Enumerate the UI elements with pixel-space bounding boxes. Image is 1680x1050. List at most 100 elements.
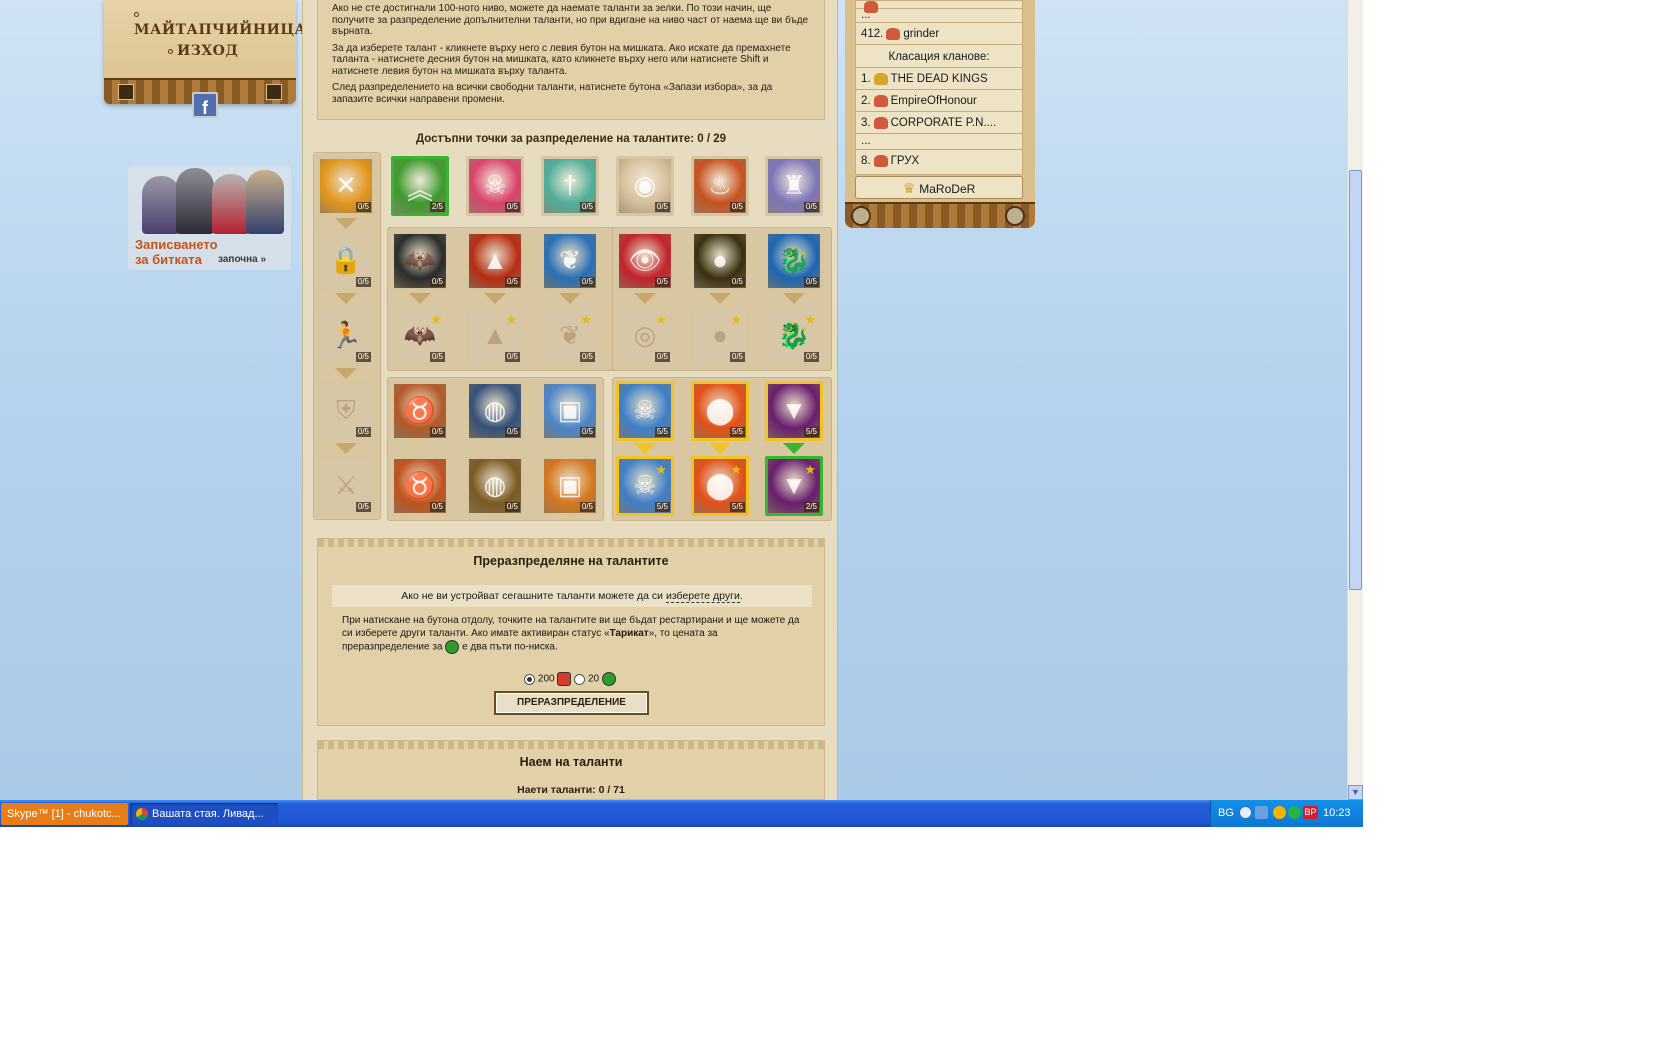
talent-sword-scroll[interactable]: † 0/5: [541, 156, 599, 216]
star-icon: ★: [580, 312, 592, 327]
taskbar-item-chrome[interactable]: Вашата стая. Ливад...: [130, 803, 278, 825]
talent-flame-sword[interactable]: ♨ 0/5: [691, 156, 749, 216]
winged-scroll-icon: ▣: [557, 395, 583, 425]
talent-green-orb-shield[interactable]: ◍ 0/5: [466, 381, 524, 441]
talent-level: 0/5: [579, 427, 595, 437]
talent-runner[interactable]: 🏃 0/5: [317, 306, 375, 366]
talent-level: 0/5: [504, 202, 520, 212]
menu-prev-button[interactable]: [118, 84, 134, 100]
scrollbar-thumb[interactable]: [1349, 170, 1362, 590]
talent-level: 0/5: [579, 277, 595, 287]
talent-bull-head[interactable]: ♉ 0/5: [391, 456, 449, 516]
my-clan-button[interactable]: ♛ MaRoDeR: [855, 176, 1023, 199]
talent-orb[interactable]: ● ★ 0/5: [691, 306, 749, 366]
star-icon: ★: [655, 462, 667, 477]
talent-fangs[interactable]: ▼ 5/5: [765, 381, 823, 441]
clan-row[interactable]: 8. ГРУХ: [856, 150, 1022, 172]
empty-desktop-area: [0, 827, 1363, 1050]
talent-padlock[interactable]: 🔒 0/5: [317, 231, 375, 291]
star-icon: ★: [730, 462, 742, 477]
star-icon: ★: [804, 462, 816, 477]
scroll-down-arrow-icon[interactable]: ▼: [1348, 785, 1363, 800]
ruby-icon: [557, 672, 572, 686]
ranking-row[interactable]: 412. grinder: [856, 23, 1022, 45]
talent-level: 5/5: [729, 427, 745, 437]
price-options: 200 20: [303, 672, 837, 686]
talent-winged-scroll[interactable]: ▣ 0/5: [541, 456, 599, 516]
tray-app-icon[interactable]: [1273, 806, 1286, 819]
talent-dragon[interactable]: 🐉 0/5: [765, 231, 823, 291]
talent-level: 5/5: [654, 427, 670, 437]
crossed-swords-icon: ✕: [335, 170, 357, 200]
talent-monster-jaw[interactable]: ▲ ★ 0/5: [466, 306, 524, 366]
talent-red-demon[interactable]: 👁 0/5: [616, 231, 674, 291]
redistribute-button[interactable]: ПРЕРАЗПРЕДЕЛЕНИЕ: [494, 691, 649, 715]
price-option-cabbages[interactable]: [574, 673, 586, 685]
talent-winged-scroll[interactable]: ▣ 0/5: [541, 381, 599, 441]
talent-heart-vines[interactable]: ❦ ★ 0/5: [541, 306, 599, 366]
talent-knight[interactable]: ♜ 0/5: [765, 156, 823, 216]
choose-other-link[interactable]: изберете други: [665, 590, 740, 603]
clan-row[interactable]: 3. CORPORATE P.N....: [856, 112, 1022, 134]
price-option-rubies[interactable]: [524, 673, 536, 685]
talent-dragon[interactable]: 🐉 ★ 0/5: [765, 306, 823, 366]
taskbar-item-skype[interactable]: Skype™ [1] - chukotc...: [1, 803, 128, 825]
redistribute-title: Преразпределяне на талантите: [473, 554, 669, 568]
dark-orb-icon: ●: [712, 245, 728, 275]
facebook-icon[interactable]: f: [192, 92, 218, 118]
bull-head-icon: ♉: [403, 470, 437, 500]
clan-row[interactable]: 1. THE DEAD KINGS: [856, 68, 1022, 90]
talent-green-orb-shield[interactable]: ◍ 0/5: [466, 456, 524, 516]
antivirus-icon[interactable]: [1288, 806, 1301, 819]
ranking-panel: ... 412. grinder Класация кланове: 1. THE …: [845, 0, 1035, 228]
menu-item-logout[interactable]: ИЗХОД: [168, 43, 238, 59]
talent-level: 0/5: [579, 502, 595, 512]
monster-jaw-icon: ▲: [482, 245, 508, 275]
menu-item-jokes[interactable]: МАЙТАПЧИЙНИЦА: [134, 6, 306, 38]
tray-bp-icon[interactable]: BP: [1303, 806, 1318, 819]
talent-bat[interactable]: 🦇 ★ 0/5: [391, 306, 449, 366]
talent-rank-chevrons[interactable]: ︽ 2/5: [391, 156, 449, 216]
talent-heart-vines[interactable]: ❦ 0/5: [541, 231, 599, 291]
rent-title: Наем на таланти: [519, 755, 623, 769]
redistribute-hint: Ако не ви устройват сегашните таланти мо…: [332, 585, 812, 607]
talent-level: 0/5: [729, 202, 745, 212]
talent-medal-scroll[interactable]: ◉ 0/5: [616, 156, 674, 216]
talent-monster-jaw[interactable]: ▲ 0/5: [466, 231, 524, 291]
green-orb-shield-icon: ◍: [483, 470, 507, 500]
dragon-icon: 🐉: [777, 245, 811, 275]
talent-arrow-icon: [409, 293, 431, 304]
talent-skull[interactable]: ☠ 0/5: [466, 156, 524, 216]
ranking-knob-left[interactable]: [851, 206, 871, 226]
talent-dark-orb[interactable]: ● 0/5: [691, 231, 749, 291]
star-icon: ★: [430, 312, 442, 327]
talent-demon[interactable]: ◎ ★ 0/5: [616, 306, 674, 366]
talent-skull-jar[interactable]: ☠ 5/5: [616, 381, 674, 441]
talent-crossed-swords[interactable]: ✕ 0/5: [317, 156, 375, 216]
browser-viewport: МАЙТАПЧИЙНИЦА ИЗХОД f Записването за бит…: [0, 0, 1363, 827]
battle-registration-banner[interactable]: Записването за битката започна »: [128, 166, 291, 270]
vertical-scrollbar[interactable]: ▼: [1347, 0, 1363, 800]
talent-red-potion[interactable]: ⬤ 5/5: [691, 381, 749, 441]
talent-level: 5/5: [803, 427, 819, 437]
language-indicator[interactable]: BG: [1218, 800, 1234, 827]
talent-arrow-icon: [559, 293, 581, 304]
promo-start-link[interactable]: започна »: [218, 254, 266, 265]
talent-fangs[interactable]: ▼ ★ 2/5: [765, 456, 823, 516]
talent-level: 0/5: [579, 352, 595, 362]
network-icon[interactable]: [1255, 806, 1268, 819]
talent-bull-head[interactable]: ♉ 0/5: [391, 381, 449, 441]
ranking-knob-right[interactable]: [1005, 206, 1025, 226]
talent-bat[interactable]: 🦇 0/5: [391, 231, 449, 291]
clan-row[interactable]: 2. EmpireOfHonour: [856, 90, 1022, 112]
talent-red-potion[interactable]: ⬤ ★ 5/5: [691, 456, 749, 516]
side-menu: МАЙТАПЧИЙНИЦА ИЗХОД: [104, 0, 306, 104]
tray-arrow-icon[interactable]: [1239, 806, 1252, 819]
empty-desktop-area: [1363, 0, 1680, 1050]
talent-dagger[interactable]: ⚔ 0/5: [317, 456, 375, 516]
skull-icon: ☠: [483, 170, 507, 200]
talent-shield[interactable]: ⛨ 0/5: [317, 381, 375, 441]
menu-next-button[interactable]: [266, 84, 282, 100]
ranking-list: ... 412. grinder Класация кланове: 1. THE …: [855, 0, 1023, 175]
talent-skull-jar[interactable]: ☠ ★ 5/5: [616, 456, 674, 516]
